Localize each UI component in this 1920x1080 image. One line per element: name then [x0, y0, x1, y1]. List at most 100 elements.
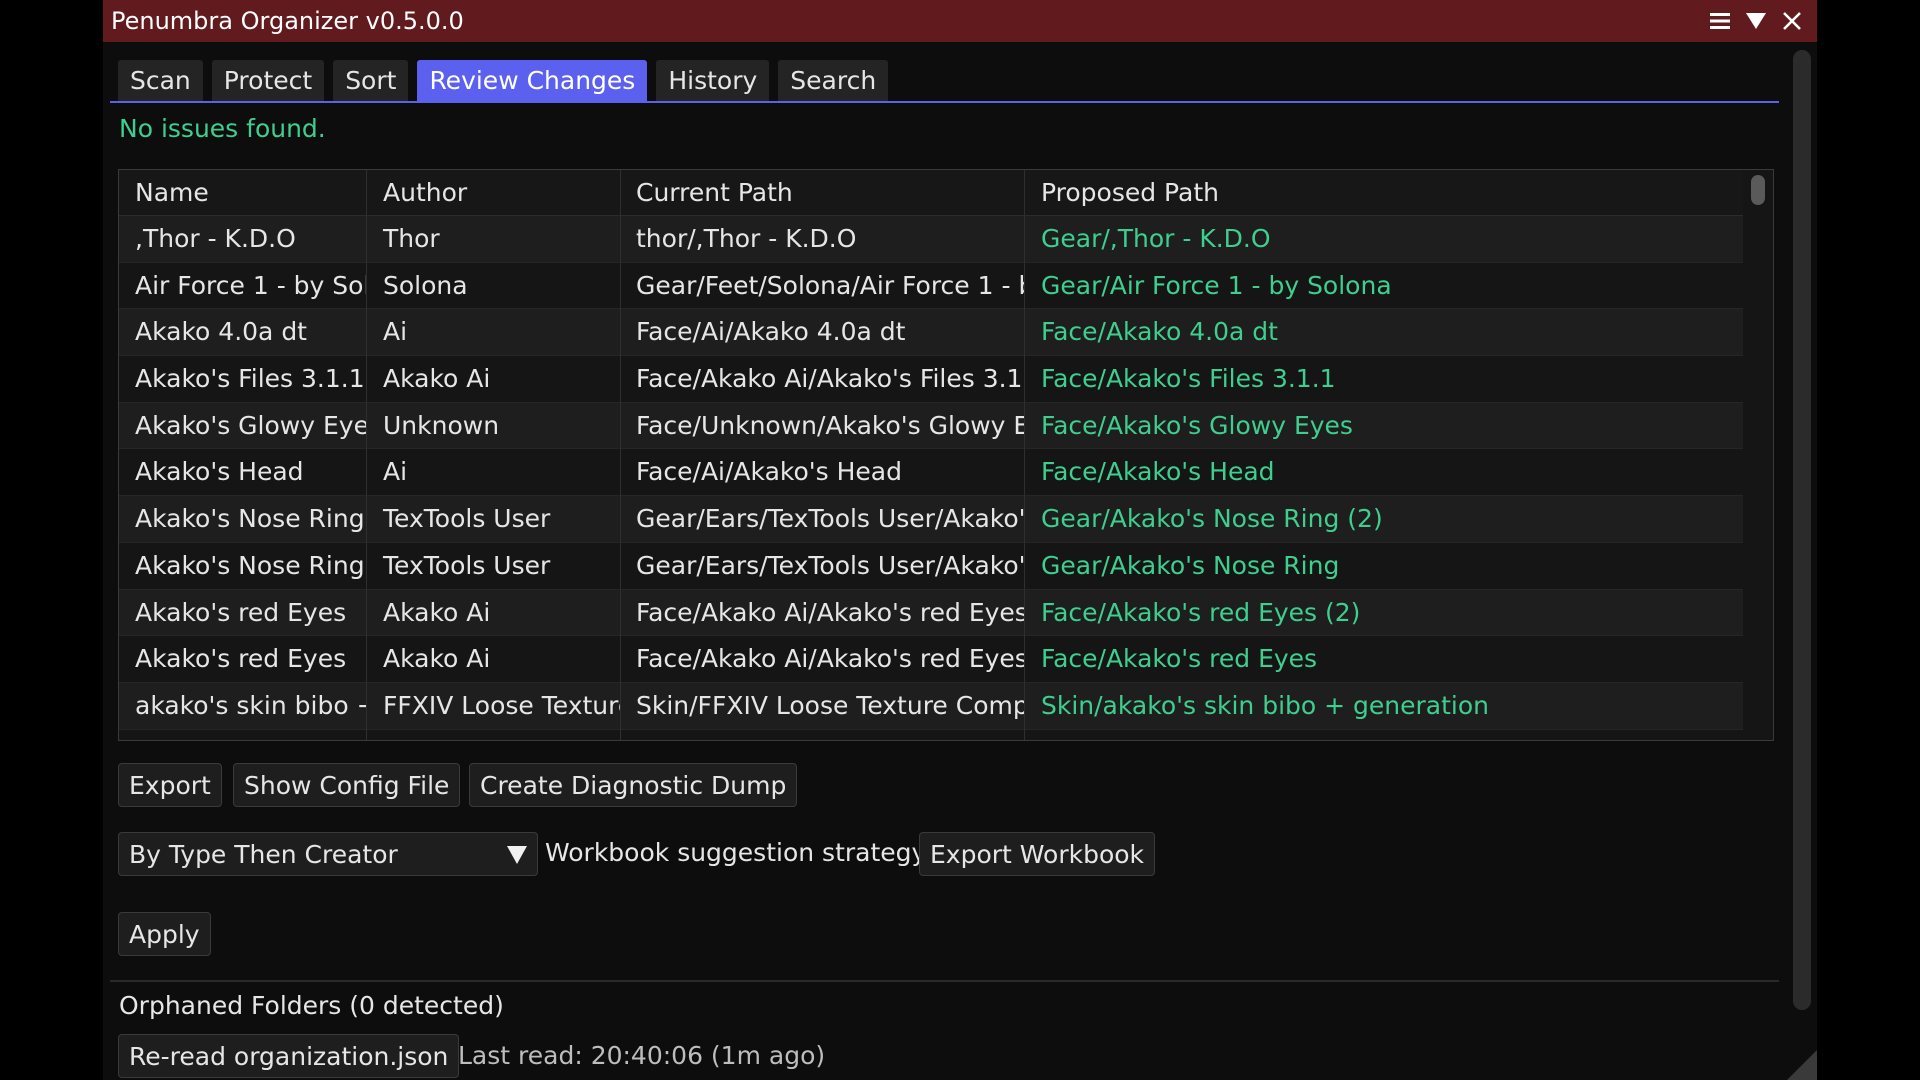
cell-proposed-path: Face/Akako's red Eyes (2) — [1041, 597, 1361, 627]
cell-author: Solona — [383, 270, 468, 300]
cell-proposed-path: Gear/Akako's Nose Ring — [1041, 550, 1340, 580]
cell-author: TexTools User — [383, 550, 551, 580]
cell-author: Unknown — [383, 410, 500, 440]
create-diagnostic-dump-button[interactable]: Create Diagnostic Dump — [469, 763, 798, 807]
table-row[interactable]: Akako 4.0a dt Ai Face/Ai/Akako 4.0a dt Face… — [119, 309, 1743, 357]
cell-current-path: Body/TexTools User/Akako's Tail Jewlery — [621, 730, 1024, 740]
cell-proposed-path: Face/Akako's Glowy Eyes — [1041, 410, 1353, 440]
cell-proposed-path: Face/Akako 4.0a dt — [1041, 317, 1278, 347]
app-window: Penumbra Organizer v0.5.0.0 Scan Protect… — [103, 0, 1817, 1080]
table-row[interactable]: Akako's Nose Ring TexTools User Gear/Ears/… — [119, 496, 1743, 543]
cell-proposed-path: Gear/,Thor - K.D.O — [1041, 224, 1271, 253]
strategy-label: Workbook suggestion strategy — [545, 838, 927, 867]
cell-name: Akako 4.0a dt — [135, 317, 307, 347]
cell-current-path: Face/Akako Ai/Akako's red Eyes ( — [636, 644, 1024, 674]
tab-history[interactable]: History — [656, 60, 770, 102]
tab-sort[interactable]: Sort — [333, 60, 409, 102]
cell-author: Ai — [383, 317, 408, 347]
table-row[interactable]: Air Force 1 - by Solona Solona Gear/Feet/S… — [119, 262, 1743, 310]
cell-author: TexTools User — [383, 504, 551, 534]
table-row[interactable]: Akako's red Eyes Akako Ai Face/Akako Ai/Ak… — [119, 589, 1743, 637]
cell-name: ,Thor - K.D.O — [135, 224, 296, 253]
table-row[interactable]: Akako's Files 3.1.1 Akako Ai Face/Akako Ai… — [119, 356, 1743, 403]
table-scrollbar-thumb[interactable] — [1751, 175, 1765, 205]
export-workbook-button[interactable]: Export Workbook — [919, 832, 1156, 876]
cell-author: Ai — [383, 457, 408, 487]
cell-current-path: Face/Ai/Akako's Head — [636, 457, 902, 487]
show-config-file-button[interactable]: Show Config File — [233, 763, 461, 807]
strategy-selected-value: By Type Then Creator — [129, 840, 398, 869]
cell-name: Akako's Tail Jewlery — [119, 730, 366, 740]
column-divider — [1024, 170, 1025, 740]
cell-proposed-path: Gear/Air Force 1 - by Solona — [1041, 270, 1392, 300]
cell-current-path: Face/Ai/Akako 4.0a dt — [636, 317, 906, 347]
cell-author: TexTools User — [367, 730, 620, 740]
cell-author: Akako Ai — [383, 364, 491, 394]
cell-proposed-path: Face/Akako's Files 3.1.1 — [1041, 364, 1336, 394]
cell-name: Akako's red Eyes — [135, 597, 347, 627]
column-header-current-path[interactable]: Current Path — [621, 170, 1024, 215]
column-header-author[interactable]: Author — [367, 170, 620, 215]
reread-organization-button[interactable]: Re-read organization.json — [118, 1034, 460, 1078]
cell-name: Akako's Files 3.1.1 — [135, 364, 365, 394]
tab-bar: Scan Protect Sort Review Changes History… — [118, 60, 889, 102]
cell-current-path: Face/Akako Ai/Akako's Files 3.1.1 — [636, 364, 1024, 394]
window-title: Penumbra Organizer v0.5.0.0 — [111, 7, 464, 35]
resize-grip[interactable] — [1787, 1050, 1817, 1080]
collapse-icon[interactable] — [1743, 8, 1769, 34]
export-button[interactable]: Export — [118, 763, 222, 807]
window-scrollbar[interactable] — [1793, 50, 1811, 1010]
title-bar-controls — [1707, 0, 1805, 42]
column-header-proposed-path[interactable]: Proposed Path — [1025, 170, 1743, 215]
menu-icon[interactable] — [1707, 8, 1733, 34]
cell-current-path: thor/,Thor - K.D.O — [636, 224, 857, 253]
title-bar[interactable]: Penumbra Organizer v0.5.0.0 — [103, 0, 1817, 42]
tab-search[interactable]: Search — [778, 60, 889, 102]
last-read-status: Last read: 20:40:06 (1m ago) — [458, 1041, 826, 1070]
close-icon[interactable] — [1779, 8, 1805, 34]
table-row[interactable]: Akako's Nose Ring TexTools User Gear/Ears/… — [119, 542, 1743, 590]
cell-current-path: Gear/Ears/TexTools User/Akako's Nose Rin… — [636, 504, 1024, 534]
cell-author: Akako Ai — [383, 597, 491, 627]
orphaned-folders-heading: Orphaned Folders (0 detected) — [119, 991, 504, 1020]
table-row[interactable]: Akako's Glowy Eyes Unknown Face/Unknown/Ak… — [119, 402, 1743, 450]
table-body: ,Thor - K.D.O Thor thor/,Thor - K.D.O Gear/… — [119, 216, 1743, 740]
tab-scan[interactable]: Scan — [118, 60, 203, 102]
cell-proposed-path: Face/Akako's red Eyes — [1041, 644, 1318, 674]
cell-author: Thor — [383, 224, 440, 253]
cell-proposed-path: Skin/akako's skin bibo + generation — [1041, 690, 1489, 720]
cell-name: Air Force 1 - by Solona — [135, 270, 366, 300]
cell-current-path: Gear/Feet/Solona/Air Force 1 - by Solona — [636, 270, 1024, 300]
cell-name: Akako's Nose Ring — [135, 504, 365, 534]
cell-name: akako's skin bibo + generation — [135, 690, 366, 720]
cell-current-path: Face/Akako Ai/Akako's red Eyes — [636, 597, 1024, 627]
column-header-name[interactable]: Name — [119, 170, 366, 215]
cell-proposed-path: Gear/Akako's Nose Ring (2) — [1041, 504, 1383, 534]
table-row[interactable]: Akako's red Eyes Akako Ai Face/Akako Ai/Ak… — [119, 636, 1743, 683]
table-row[interactable]: akako's skin bibo + generation FFXIV Loos… — [119, 682, 1743, 730]
table-scrollbar[interactable] — [1743, 170, 1773, 740]
strategy-dropdown[interactable]: By Type Then Creator — [118, 832, 538, 876]
cell-proposed-path: Face/Akako's Head — [1041, 457, 1275, 487]
tab-protect[interactable]: Protect — [211, 60, 325, 102]
dropdown-arrow-icon — [505, 843, 529, 867]
column-divider — [620, 170, 621, 740]
cell-current-path: Face/Unknown/Akako's Glowy Eyes — [636, 410, 1024, 440]
cell-name: Akako's Glowy Eyes — [135, 410, 366, 440]
section-separator — [110, 980, 1779, 982]
status-message: No issues found. — [119, 114, 326, 143]
cell-author: FFXIV Loose Texture Compilation — [383, 690, 620, 720]
table-row[interactable]: ,Thor - K.D.O Thor thor/,Thor - K.D.O Gear/… — [119, 216, 1743, 263]
column-divider — [366, 170, 367, 740]
apply-button[interactable]: Apply — [118, 912, 211, 956]
table-row[interactable]: Akako's Head Ai Face/Ai/Akako's Head Face/A… — [119, 449, 1743, 497]
cell-author: Akako Ai — [383, 644, 491, 674]
table-header: Name Author Current Path Proposed Path — [119, 170, 1743, 217]
tab-review-changes[interactable]: Review Changes — [417, 60, 648, 102]
table-row[interactable]: Akako's Tail JewleryTexTools UserBody/Te… — [119, 729, 1743, 740]
cell-name: Akako's Head — [135, 457, 304, 487]
cell-name: Akako's Nose Ring — [135, 550, 365, 580]
cell-name: Akako's red Eyes — [135, 644, 347, 674]
cell-current-path: Skin/FFXIV Loose Texture Compilation — [636, 690, 1024, 720]
changes-table: Name Author Current Path Proposed Path ,… — [118, 169, 1774, 741]
